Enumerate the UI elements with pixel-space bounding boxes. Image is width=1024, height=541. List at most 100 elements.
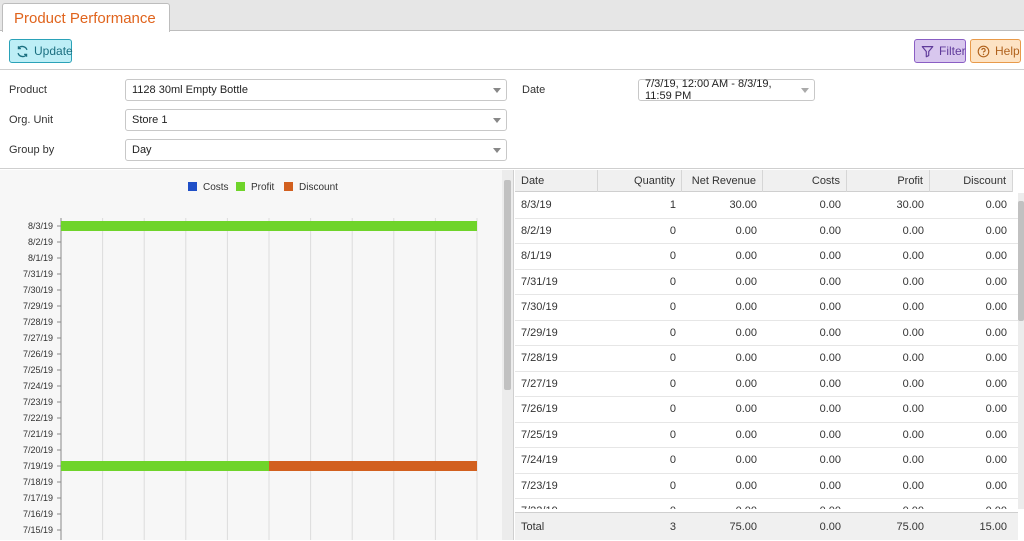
table-cell: 0.00 bbox=[735, 352, 757, 364]
product-select-value: 1128 30ml Empty Bottle bbox=[132, 84, 248, 96]
table-row[interactable]: 7/30/19 0 0.00 0.00 0.00 0.00 bbox=[515, 295, 1018, 321]
table-cell: 0.00 bbox=[682, 499, 763, 509]
org-unit-label: Org. Unit bbox=[9, 114, 54, 126]
help-button[interactable]: Help bbox=[970, 39, 1021, 63]
refresh-icon bbox=[17, 45, 28, 57]
column-header-profit[interactable]: Profit bbox=[847, 170, 930, 192]
tab-product-performance[interactable]: Product Performance bbox=[2, 3, 170, 32]
total-quantity: 3 bbox=[669, 521, 676, 533]
total-discount: 15.00 bbox=[979, 521, 1007, 533]
table-row[interactable]: 7/23/19 0 0.00 0.00 0.00 0.00 bbox=[515, 474, 1018, 499]
table-cell: 0 bbox=[669, 301, 676, 313]
table-row[interactable]: 7/31/19 0 0.00 0.00 0.00 0.00 bbox=[515, 270, 1018, 295]
table-row[interactable]: 7/22/1900.000.000.000.00 bbox=[515, 499, 1018, 509]
table-cell: 0.00 bbox=[735, 275, 757, 288]
update-button[interactable]: Update bbox=[9, 39, 73, 63]
table-header: Date Quantity Net Revenue Costs Profit D… bbox=[515, 170, 1013, 192]
y-tick-label: 7/16/19 bbox=[23, 509, 53, 519]
group-by-select[interactable]: Day bbox=[125, 139, 507, 161]
table-cell: 8/2/19 bbox=[521, 224, 552, 237]
y-tick-label: 7/19/19 bbox=[23, 461, 53, 471]
table-cell: 0.00 bbox=[902, 275, 924, 288]
table-cell: 1 bbox=[669, 199, 676, 211]
y-tick-label: 7/28/19 bbox=[23, 317, 53, 327]
performance-chart: Costs Profit Discount 8/3/19 8/2/19 8/1/19 7/3… bbox=[23, 182, 478, 540]
table-cell: 0.00 bbox=[819, 199, 841, 211]
table-row[interactable]: 7/28/19 0 0.00 0.00 0.00 0.00 bbox=[515, 346, 1018, 372]
table-cell: 0.00 bbox=[735, 479, 757, 492]
table-row[interactable]: 7/29/19 0 0.00 0.00 0.00 0.00 bbox=[515, 321, 1018, 346]
table-cell: 8/1/19 bbox=[521, 250, 552, 262]
table-cell: 0 bbox=[669, 326, 676, 339]
table-cell: 0.00 bbox=[985, 199, 1007, 211]
org-unit-select-value: Store 1 bbox=[132, 114, 168, 126]
table-cell: 0.00 bbox=[902, 301, 924, 313]
table-cell: 0.00 bbox=[819, 377, 841, 390]
table-cell: 0 bbox=[598, 499, 682, 509]
table-row[interactable]: 8/1/19 0 0.00 0.00 0.00 0.00 bbox=[515, 244, 1018, 270]
table-cell: 0.00 bbox=[819, 250, 841, 262]
column-header-discount[interactable]: Discount bbox=[930, 170, 1013, 192]
table-cell: 0.00 bbox=[985, 479, 1007, 492]
table-row[interactable]: 7/25/19 0 0.00 0.00 0.00 0.00 bbox=[515, 423, 1018, 448]
table-row[interactable]: 7/24/19 0 0.00 0.00 0.00 0.00 bbox=[515, 448, 1018, 474]
table-cell: 0.00 bbox=[902, 479, 924, 492]
table-cell: 0 bbox=[669, 250, 676, 262]
table-cell: 0.00 bbox=[985, 326, 1007, 339]
org-unit-select[interactable]: Store 1 bbox=[125, 109, 507, 131]
table-cell: 0.00 bbox=[819, 479, 841, 492]
table-row[interactable]: 7/26/19 0 0.00 0.00 0.00 0.00 bbox=[515, 397, 1018, 423]
column-header-date[interactable]: Date bbox=[515, 170, 598, 192]
group-by-select-value: Day bbox=[132, 144, 152, 156]
table-cell: 7/26/19 bbox=[521, 403, 558, 415]
y-tick-label: 8/3/19 bbox=[28, 221, 53, 231]
table-cell: 0.00 bbox=[902, 326, 924, 339]
table-cell: 0.00 bbox=[985, 428, 1007, 441]
tab-title: Product Performance bbox=[14, 10, 156, 27]
table-cell: 7/24/19 bbox=[521, 454, 558, 466]
product-select[interactable]: 1128 30ml Empty Bottle bbox=[125, 79, 507, 101]
table-scrollbar-thumb[interactable] bbox=[1018, 201, 1024, 321]
date-range-value: 7/3/19, 12:00 AM - 8/3/19, 11:59 PM bbox=[645, 78, 772, 102]
table-cell: 0.00 bbox=[735, 224, 757, 237]
table-cell: 0 bbox=[669, 454, 676, 466]
table-body: 8/3/19 1 30.00 0.00 30.00 0.00 8/2/19 0 0.00 0.00… bbox=[515, 193, 1018, 509]
y-tick-label: 7/25/19 bbox=[23, 365, 53, 375]
table-cell: 0.00 bbox=[819, 224, 841, 237]
table-cell: 7/29/19 bbox=[521, 326, 558, 339]
update-button-label: Update bbox=[34, 44, 73, 58]
table-cell: 0.00 bbox=[902, 377, 924, 390]
filter-button-label: Filter bbox=[939, 44, 966, 58]
column-header-quantity[interactable]: Quantity bbox=[598, 170, 682, 192]
chevron-down-icon bbox=[493, 118, 501, 123]
bar-discount bbox=[269, 461, 477, 471]
table-cell: 0.00 bbox=[819, 326, 841, 339]
table-cell: 0.00 bbox=[930, 499, 1013, 509]
date-range-select[interactable]: 7/3/19, 12:00 AM - 8/3/19, 11:59 PM bbox=[638, 78, 815, 102]
table-cell: 0.00 bbox=[819, 403, 841, 415]
y-tick-label: 7/17/19 bbox=[23, 493, 53, 503]
column-header-net-revenue[interactable]: Net Revenue bbox=[682, 170, 763, 192]
table-cell: 7/28/19 bbox=[521, 352, 558, 364]
table-scrollbar[interactable] bbox=[1018, 193, 1024, 509]
chart-scrollbar[interactable] bbox=[502, 170, 513, 540]
group-by-label: Group by bbox=[9, 144, 55, 156]
legend-label-profit: Profit bbox=[251, 182, 275, 193]
table-cell: 7/23/19 bbox=[521, 479, 558, 492]
table-cell: 0.00 bbox=[902, 428, 924, 441]
table-cell: 0.00 bbox=[735, 454, 757, 466]
column-header-costs[interactable]: Costs bbox=[763, 170, 847, 192]
table-cell: 0.00 bbox=[902, 454, 924, 466]
table-row[interactable]: 7/27/19 0 0.00 0.00 0.00 0.00 bbox=[515, 372, 1018, 397]
table-cell: 0.00 bbox=[735, 403, 757, 415]
filter-button[interactable]: Filter bbox=[914, 39, 966, 63]
y-tick-label: 7/22/19 bbox=[23, 413, 53, 423]
y-tick-label: 7/24/19 bbox=[23, 381, 53, 391]
table-row[interactable]: 8/3/19 1 30.00 0.00 30.00 0.00 bbox=[515, 193, 1018, 219]
y-tick-label: 7/21/19 bbox=[23, 429, 53, 439]
table-cell: 30.00 bbox=[729, 199, 757, 211]
table-row[interactable]: 8/2/19 0 0.00 0.00 0.00 0.00 bbox=[515, 219, 1018, 244]
chart-scrollbar-thumb[interactable] bbox=[504, 180, 511, 390]
table-cell: 7/22/19 bbox=[515, 499, 598, 509]
table-cell: 0.00 bbox=[985, 301, 1007, 313]
